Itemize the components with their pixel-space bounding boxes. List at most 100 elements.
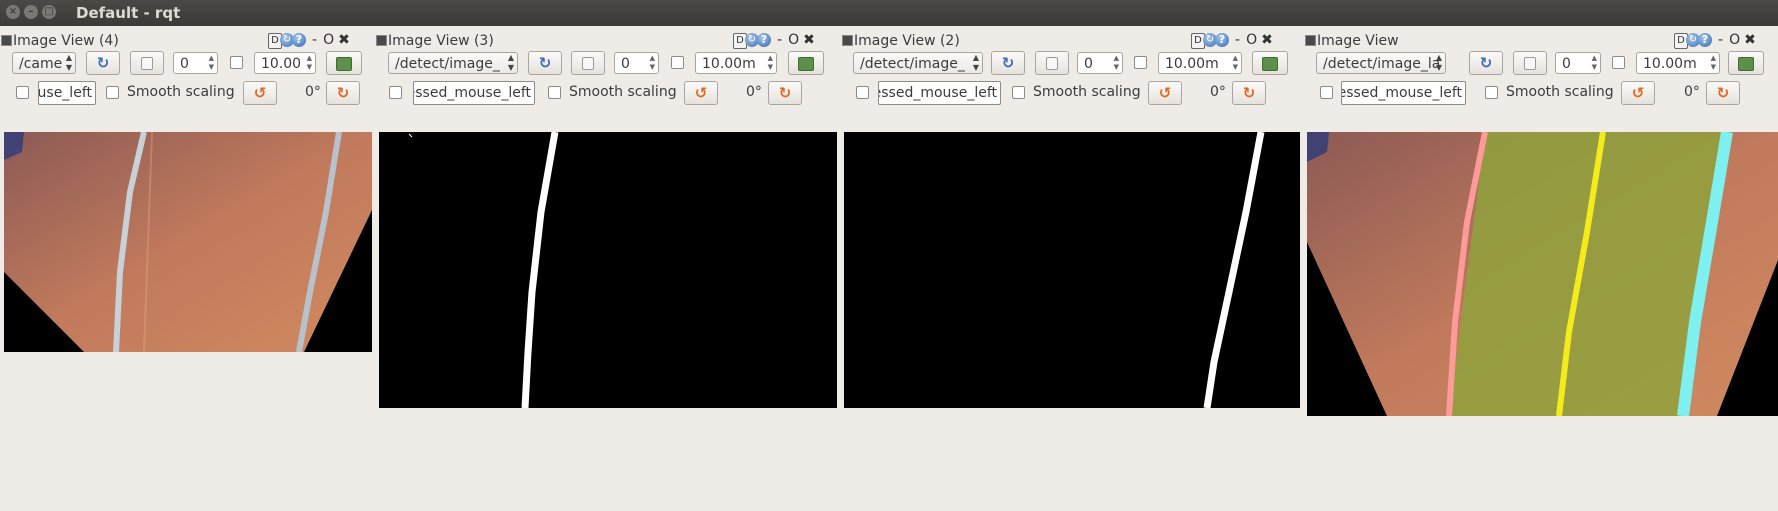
publish-click-checkbox[interactable] — [856, 86, 869, 99]
topic-combo[interactable]: /detect/image_la ▲ ▼ — [1316, 52, 1446, 74]
float-icon[interactable]: O — [788, 33, 799, 47]
pause-button[interactable] — [1513, 51, 1547, 75]
save-image-button[interactable] — [788, 51, 824, 75]
smooth-scaling-checkbox[interactable] — [1012, 86, 1025, 99]
dock-grip-icon[interactable] — [1305, 35, 1316, 46]
max-range-value: 10.00m — [702, 56, 756, 72]
dynamic-range-checkbox[interactable] — [230, 56, 243, 69]
spin-arrows-icon[interactable]: ▲ ▼ — [1114, 54, 1119, 72]
value-spinbox[interactable]: 0 ▲ ▼ — [1555, 52, 1601, 74]
help-icon[interactable]: ? — [757, 33, 771, 47]
mouse-topic-input[interactable]: essed_mouse_left — [1341, 81, 1466, 105]
save-image-button[interactable] — [326, 51, 362, 75]
mouse-topic-input[interactable]: essed_mouse_left — [878, 81, 1001, 105]
publish-click-checkbox[interactable] — [16, 86, 29, 99]
minimize-window-icon[interactable]: – — [24, 5, 38, 19]
pause-button[interactable] — [571, 51, 605, 75]
float-icon[interactable]: O — [323, 33, 334, 47]
mouse-topic-input[interactable]: use_left — [38, 81, 96, 105]
max-range-spinbox[interactable]: 10.00m ▲ ▼ — [695, 52, 777, 74]
close-panel-icon[interactable]: ✖ — [1744, 33, 1756, 47]
rotate-cw-button[interactable]: ↻ — [326, 81, 360, 105]
smooth-scaling-checkbox[interactable] — [106, 86, 119, 99]
smooth-scaling-checkbox[interactable] — [548, 86, 561, 99]
help-icon[interactable]: ? — [1698, 33, 1712, 47]
minimize-dock-icon[interactable]: - — [1718, 33, 1723, 47]
dock-grip-icon[interactable] — [1, 35, 12, 46]
rotate-cw-button[interactable]: ↻ — [768, 81, 802, 105]
help-icon[interactable]: ? — [292, 33, 306, 47]
spin-arrows-icon[interactable]: ▲ ▼ — [1592, 54, 1597, 72]
topic-combo[interactable]: /came ▲ ▼ — [12, 52, 76, 74]
mouse-topic-input[interactable]: essed_mouse_left — [413, 81, 535, 105]
save-image-button[interactable] — [1252, 51, 1288, 75]
minimize-dock-icon[interactable]: - — [312, 33, 317, 47]
image-display[interactable] — [844, 132, 1300, 408]
close-panel-icon[interactable]: ✖ — [338, 33, 350, 47]
rotation-label: 0° — [1210, 84, 1226, 100]
value-spinbox[interactable]: 0 ▲ ▼ — [614, 52, 659, 74]
panel-title: Image View (3) — [388, 33, 494, 49]
publish-click-checkbox[interactable] — [389, 86, 402, 99]
refresh-topics-button[interactable]: ↻ — [528, 51, 562, 75]
toolbar-row-1: /detect/image_ ▲ ▼ ↻ 0 ▲ ▼ 10.00m ▲ ▼ — [841, 51, 1303, 77]
rotate-ccw-button[interactable]: ↺ — [684, 81, 718, 105]
topic-combo[interactable]: /detect/image_ ▲ ▼ — [388, 52, 518, 74]
rotate-ccw-button[interactable]: ↺ — [243, 81, 277, 105]
topic-combo[interactable]: /detect/image_ ▲ ▼ — [853, 52, 983, 74]
topic-combo-value: /came — [19, 56, 63, 72]
spin-arrows-icon[interactable]: ▲ ▼ — [768, 54, 773, 72]
max-range-spinbox[interactable]: 10.00m ▲ ▼ — [1636, 52, 1720, 74]
value-spinbox[interactable]: 0 ▲ ▼ — [173, 52, 218, 74]
pause-button[interactable] — [130, 51, 164, 75]
dock-grip-icon[interactable] — [376, 35, 387, 46]
toolbar-row-2: essed_mouse_left Smooth scaling ↺ 0° ↻ — [841, 81, 1303, 107]
spin-arrows-icon[interactable]: ▲ ▼ — [1233, 54, 1238, 72]
dynamic-range-checkbox[interactable] — [1612, 56, 1625, 69]
dynamic-range-checkbox[interactable] — [1134, 56, 1147, 69]
toolbar-row-1: /detect/image_la ▲ ▼ ↻ 0 ▲ ▼ 10.00m ▲ ▼ — [1304, 51, 1778, 77]
image-display[interactable] — [4, 132, 372, 352]
close-panel-icon[interactable]: ✖ — [1261, 33, 1273, 47]
max-range-spinbox[interactable]: 10.00 ▲ ▼ — [254, 52, 316, 74]
rotate-cw-button[interactable]: ↻ — [1706, 81, 1740, 105]
panel-title-icons: D ↻? - O ✖ — [1191, 33, 1273, 49]
value-spinbox[interactable]: 0 ▲ ▼ — [1077, 52, 1123, 74]
spin-arrows-icon[interactable]: ▲ ▼ — [209, 54, 214, 72]
minimize-dock-icon[interactable]: - — [1235, 33, 1240, 47]
image-display[interactable] — [379, 132, 837, 408]
dynamic-range-checkbox[interactable] — [671, 56, 684, 69]
spin-arrows-icon[interactable]: ▲ ▼ — [1711, 54, 1716, 72]
rotation-label: 0° — [1684, 84, 1700, 100]
close-window-icon[interactable]: × — [6, 5, 20, 19]
float-icon[interactable]: O — [1729, 33, 1740, 47]
float-icon[interactable]: O — [1246, 33, 1257, 47]
refresh-icon: ↻ — [538, 54, 552, 72]
panel-header: Image View (3) D ↻? - O ✖ — [375, 30, 841, 50]
refresh-topics-button[interactable]: ↻ — [1469, 51, 1503, 75]
rotate-left-icon: ↺ — [694, 84, 708, 102]
help-icon[interactable]: ? — [1215, 33, 1229, 47]
spin-arrows-icon[interactable]: ▲ ▼ — [307, 54, 312, 72]
refresh-topics-button[interactable]: ↻ — [991, 51, 1025, 75]
image-display[interactable] — [1307, 132, 1778, 416]
dock-grip-icon[interactable] — [842, 35, 853, 46]
topic-combo-value: /detect/image_ — [395, 56, 500, 72]
rotate-cw-button[interactable]: ↻ — [1232, 81, 1266, 105]
save-image-icon — [798, 57, 814, 71]
minimize-dock-icon[interactable]: - — [777, 33, 782, 47]
max-range-spinbox[interactable]: 10.00m ▲ ▼ — [1158, 52, 1242, 74]
lane-overlay-image — [1307, 132, 1778, 416]
publish-click-checkbox[interactable] — [1320, 86, 1333, 99]
save-image-button[interactable] — [1728, 51, 1764, 75]
close-panel-icon[interactable]: ✖ — [803, 33, 815, 47]
rotate-ccw-button[interactable]: ↺ — [1621, 81, 1655, 105]
spin-arrows-icon[interactable]: ▲ ▼ — [650, 54, 655, 72]
refresh-topics-button[interactable]: ↻ — [86, 51, 120, 75]
pause-button[interactable] — [1035, 51, 1069, 75]
rotate-ccw-button[interactable]: ↺ — [1148, 81, 1182, 105]
smooth-scaling-checkbox[interactable] — [1485, 86, 1498, 99]
spinbox-value: 0 — [621, 56, 630, 72]
refresh-icon: ↻ — [1479, 54, 1493, 72]
maximize-window-icon[interactable]: □ — [42, 5, 56, 19]
